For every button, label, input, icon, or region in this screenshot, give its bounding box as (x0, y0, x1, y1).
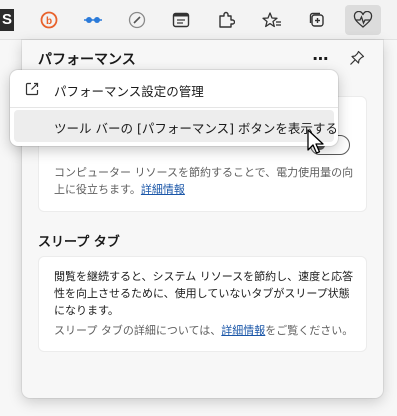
open-external-icon (24, 81, 40, 97)
svg-text:b: b (46, 16, 52, 27)
more-options-button[interactable]: ⋯ (307, 44, 335, 72)
sleeping-tabs-more-info: スリープ タブの詳細については、詳細情報をご覧ください。 (54, 322, 360, 339)
collections-icon[interactable] (301, 5, 333, 35)
dots-extension-icon[interactable] (77, 5, 109, 35)
sleeping-more-suffix: をご覧ください。 (265, 324, 354, 337)
sleeping-more-prefix: スリープ タブの詳細については、 (54, 324, 222, 337)
extension-s-icon[interactable]: S (0, 9, 14, 31)
sleeping-tabs-title: スリープ タブ (38, 235, 120, 250)
efficiency-description-text: コンピューター リソースを節約することで、電力使用量の向上に役立ちます。 (54, 166, 354, 196)
bing-b-icon[interactable]: b (33, 5, 65, 35)
favorites-icon[interactable] (256, 5, 288, 35)
menu-divider (10, 107, 338, 108)
sleeping-tabs-learn-more-link[interactable]: 詳細情報 (221, 324, 265, 337)
context-menu: パフォーマンス設定の管理 ツール バーの [パフォーマンス] ボタンを表示する (10, 70, 338, 146)
menu-item-show-toolbar-button[interactable]: ツール バーの [パフォーマンス] ボタンを表示する (14, 110, 338, 142)
panel-title: パフォーマンス (38, 52, 136, 68)
pin-icon[interactable] (343, 44, 371, 72)
heartbeat-icon[interactable] (345, 5, 381, 35)
menu-item-show-button-label: ツール バーの [パフォーマンス] ボタンを表示する (54, 121, 338, 136)
pen-extension-icon[interactable] (121, 5, 153, 35)
sleeping-tabs-description: 閲覧を継続すると、システム リソースを節約し、速度と応答性を向上させるために、使… (54, 270, 354, 317)
efficiency-learn-more-link[interactable]: 詳細情報 (141, 183, 185, 196)
browser-toolbar: S b (0, 0, 397, 40)
menu-item-manage-label: パフォーマンス設定の管理 (54, 84, 204, 99)
efficiency-mode-description: コンピューター リソースを節約することで、電力使用量の向上に役立ちます。詳細情報 (54, 164, 354, 198)
puzzle-icon[interactable] (210, 5, 242, 35)
mouse-cursor-icon (306, 128, 326, 156)
reader-icon[interactable] (165, 5, 197, 35)
menu-item-manage-performance[interactable]: パフォーマンス設定の管理 (10, 73, 338, 105)
